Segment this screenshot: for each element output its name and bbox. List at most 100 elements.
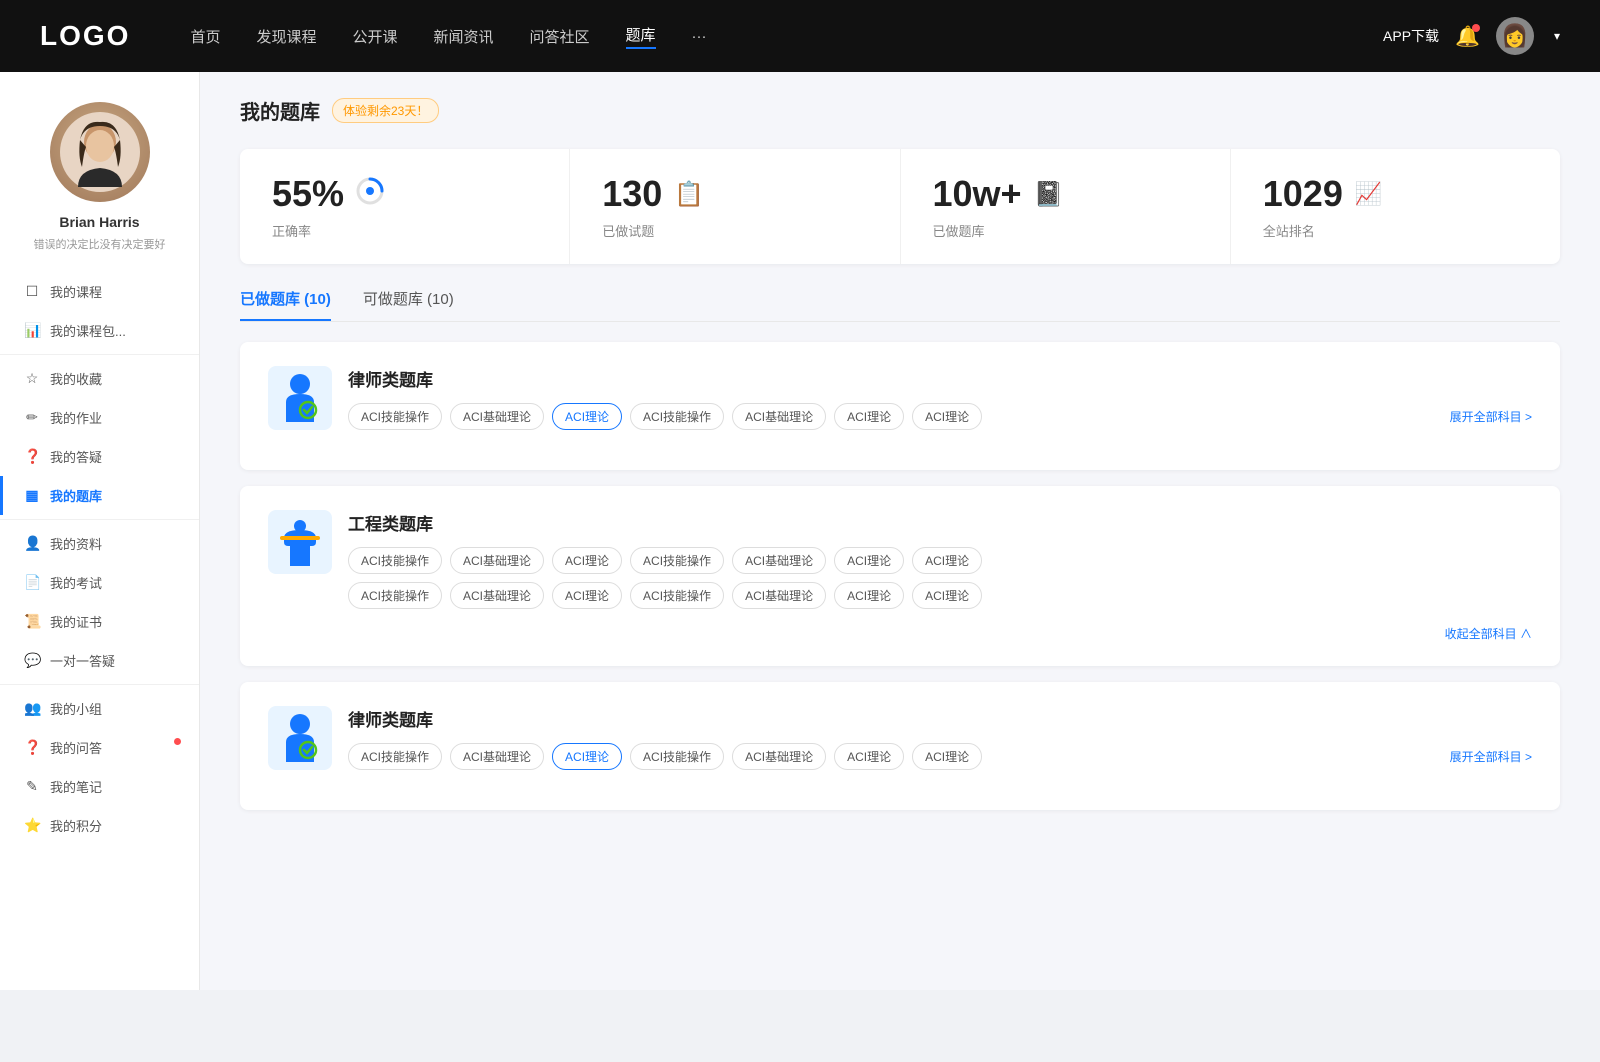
sidebar-item-my-notes[interactable]: ✎ 我的笔记	[0, 767, 199, 806]
engineer-icon-svg	[276, 516, 324, 568]
sidebar-label: 我的积分	[50, 816, 175, 835]
sidebar-item-my-profile[interactable]: 👤 我的资料	[0, 524, 199, 563]
nav-link-news[interactable]: 新闻资讯	[434, 26, 494, 47]
tab-available-banks[interactable]: 可做题库 (10)	[363, 288, 454, 321]
main-content: 我的题库 体验剩余23天！ 55% 正确率 130 📋 已做试题	[200, 72, 1600, 990]
lawyer-icon-svg	[276, 372, 324, 424]
sidebar-item-my-cert[interactable]: 📜 我的证书	[0, 602, 199, 641]
cert-icon: 📜	[24, 613, 40, 630]
nav-link-more[interactable]: ···	[692, 28, 707, 45]
stat-done-questions: 130 📋 已做试题	[570, 149, 900, 264]
stat-done-banks: 10w+ 📓 已做题库	[901, 149, 1231, 264]
tag[interactable]: ACI理论	[834, 743, 904, 770]
sidebar-label: 我的答疑	[50, 447, 175, 466]
qbank-info: 律师类题库 ACI技能操作 ACI基础理论 ACI理论 ACI技能操作 ACI基…	[348, 366, 1532, 430]
tag[interactable]: ACI技能操作	[348, 743, 442, 770]
tab-done-banks[interactable]: 已做题库 (10)	[240, 288, 331, 321]
tag[interactable]: ACI技能操作	[630, 547, 724, 574]
tag[interactable]: ACI技能操作	[348, 547, 442, 574]
sidebar-item-my-course-pkg[interactable]: 📊 我的课程包...	[0, 311, 199, 350]
tag[interactable]: ACI技能操作	[630, 582, 724, 609]
tag[interactable]: ACI基础理论	[732, 743, 826, 770]
rank-icon: 📈	[1355, 181, 1382, 207]
nav-link-qa[interactable]: 问答社区	[530, 26, 590, 47]
notification-bell[interactable]: 🔔	[1455, 24, 1480, 49]
qbank-header-lawyer2: 律师类题库 ACI技能操作 ACI基础理论 ACI理论 ACI技能操作 ACI基…	[268, 706, 1532, 770]
tag[interactable]: ACI技能操作	[630, 743, 724, 770]
sidebar-item-my-qbank[interactable]: ▦ 我的题库	[0, 476, 199, 515]
sidebar-item-my-points[interactable]: ⭐ 我的积分	[0, 806, 199, 845]
tag[interactable]: ACI基础理论	[450, 743, 544, 770]
nav-right: APP下载 🔔 👩 ▾	[1383, 17, 1560, 55]
sidebar-item-my-course[interactable]: ☐ 我的课程	[0, 272, 199, 311]
sidebar-label: 我的考试	[50, 573, 175, 592]
question-icon: ❓	[24, 739, 40, 756]
qbank-info-engineer: 工程类题库 ACI技能操作 ACI基础理论 ACI理论 ACI技能操作 ACI基…	[348, 510, 1532, 609]
qbank-card-lawyer2: 律师类题库 ACI技能操作 ACI基础理论 ACI理论 ACI技能操作 ACI基…	[240, 682, 1560, 810]
accuracy-label: 正确率	[272, 221, 537, 240]
tag[interactable]: ACI理论	[834, 582, 904, 609]
tag[interactable]: ACI理论	[834, 547, 904, 574]
nav-link-discover[interactable]: 发现课程	[256, 26, 316, 47]
app-download-button[interactable]: APP下载	[1383, 26, 1439, 46]
qbank-title-lawyer1: 律师类题库	[348, 366, 1532, 391]
expand-button-lawyer1[interactable]: 展开全部科目 >	[1450, 408, 1532, 425]
tag[interactable]: ACI基础理论	[732, 547, 826, 574]
accuracy-icon	[356, 177, 384, 212]
nav-links: 首页 发现课程 公开课 新闻资讯 问答社区 题库 ···	[190, 24, 1383, 49]
tag-active[interactable]: ACI理论	[552, 743, 622, 770]
tag[interactable]: ACI理论	[912, 582, 982, 609]
points-icon: ⭐	[24, 817, 40, 834]
user-avatar[interactable]: 👩	[1496, 17, 1534, 55]
tag[interactable]: ACI基础理论	[732, 403, 826, 430]
done-questions-icon: 📋	[674, 180, 704, 209]
avatar-dropdown-chevron[interactable]: ▾	[1554, 29, 1560, 43]
avatar-image	[50, 102, 150, 202]
sidebar-item-my-qa[interactable]: ❓ 我的答疑	[0, 437, 199, 476]
tags-row-lawyer2: ACI技能操作 ACI基础理论 ACI理论 ACI技能操作 ACI基础理论 AC…	[348, 743, 1532, 770]
rank-value: 1029	[1263, 173, 1343, 215]
tag[interactable]: ACI技能操作	[348, 403, 442, 430]
tag[interactable]: ACI基础理论	[450, 403, 544, 430]
sidebar-item-my-favorites[interactable]: ☆ 我的收藏	[0, 359, 199, 398]
page-title: 我的题库	[240, 96, 320, 125]
tag[interactable]: ACI基础理论	[732, 582, 826, 609]
tag[interactable]: ACI理论	[912, 403, 982, 430]
tag[interactable]: ACI理论	[912, 547, 982, 574]
expand-button-lawyer2[interactable]: 展开全部科目 >	[1450, 748, 1532, 765]
stat-value-row: 10w+ 📓	[933, 173, 1198, 215]
sidebar-item-my-exam[interactable]: 📄 我的考试	[0, 563, 199, 602]
tag[interactable]: ACI理论	[912, 743, 982, 770]
qbank-title-lawyer2: 律师类题库	[348, 706, 1532, 731]
sidebar-item-my-group[interactable]: 👥 我的小组	[0, 689, 199, 728]
tags-footer-engineer: 收起全部科目 ∧	[268, 625, 1532, 642]
tag[interactable]: ACI理论	[552, 547, 622, 574]
lawyer2-icon-svg	[276, 712, 324, 764]
tag[interactable]: ACI基础理论	[450, 582, 544, 609]
qbank-card-lawyer1: 律师类题库 ACI技能操作 ACI基础理论 ACI理论 ACI技能操作 ACI基…	[240, 342, 1560, 470]
stat-rank: 1029 📈 全站排名	[1231, 149, 1560, 264]
tag[interactable]: ACI技能操作	[348, 582, 442, 609]
done-questions-label: 已做试题	[602, 221, 867, 240]
done-questions-value: 130	[602, 173, 662, 215]
collapse-button-engineer1[interactable]: 收起全部科目 ∧	[1445, 625, 1532, 642]
sidebar-divider-2	[0, 519, 199, 520]
nav-link-qbank[interactable]: 题库	[626, 24, 656, 49]
tag[interactable]: ACI理论	[552, 582, 622, 609]
nav-link-open-course[interactable]: 公开课	[352, 26, 397, 47]
sidebar-item-my-question[interactable]: ❓ 我的问答	[0, 728, 199, 767]
group-icon: 👥	[24, 700, 40, 717]
sidebar-label: 我的问答	[50, 738, 175, 757]
tag-active[interactable]: ACI理论	[552, 403, 622, 430]
stat-value-row: 1029 📈	[1263, 173, 1528, 215]
tag[interactable]: ACI技能操作	[630, 403, 724, 430]
nav-link-home[interactable]: 首页	[190, 26, 220, 47]
tag[interactable]: ACI理论	[834, 403, 904, 430]
sidebar-item-one-on-one[interactable]: 💬 一对一答疑	[0, 641, 199, 680]
notification-dot	[1472, 24, 1480, 32]
sidebar-label: 我的课程包...	[50, 321, 175, 340]
tag[interactable]: ACI基础理论	[450, 547, 544, 574]
sidebar-item-my-homework[interactable]: ✏ 我的作业	[0, 398, 199, 437]
avatar-image: 👩	[1501, 23, 1528, 49]
tags-row-engineer1-r1: ACI技能操作 ACI基础理论 ACI理论 ACI技能操作 ACI基础理论 AC…	[348, 547, 1532, 574]
